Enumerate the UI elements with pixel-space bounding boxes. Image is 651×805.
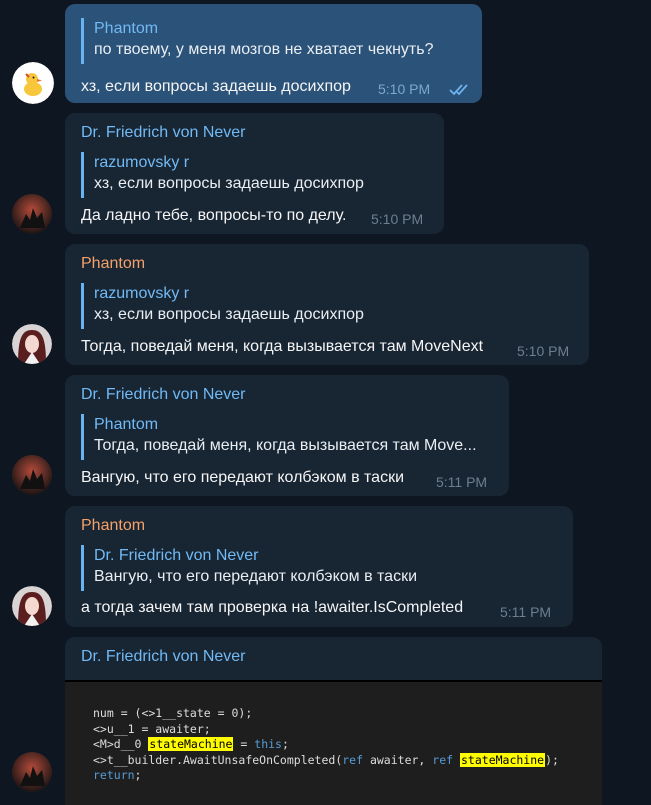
duck-icon bbox=[12, 62, 54, 104]
message-time: 5:11 PM bbox=[500, 604, 552, 620]
message-text: хз, если вопросы задаешь досихпор bbox=[81, 78, 351, 95]
code-text: = bbox=[233, 737, 255, 751]
code-line: <>t__builder.AwaitUnsafeOnCompleted(ref … bbox=[93, 752, 602, 769]
message-bubble-2[interactable]: Dr. Friedrich von Never razumovsky r хз,… bbox=[65, 113, 444, 234]
code-text: <>t__builder.AwaitUnsafeOnCompleted( bbox=[93, 752, 343, 767]
sender-name[interactable]: Phantom bbox=[81, 517, 145, 535]
code-text: ; bbox=[134, 768, 142, 782]
message-bubble-4[interactable]: Dr. Friedrich von Never Phantom Тогда, п… bbox=[65, 375, 509, 496]
message-bubble-6[interactable]: Dr. Friedrich von Never num = (<>1__stat… bbox=[65, 637, 602, 805]
code-text: ; bbox=[281, 737, 289, 751]
reply-sender-name: razumovsky r bbox=[94, 285, 190, 302]
avatar-anime[interactable] bbox=[12, 324, 52, 364]
reply-sender-name: Phantom bbox=[94, 20, 159, 37]
code-line: <>u__1 = awaiter; bbox=[93, 722, 602, 738]
code-text: <>u__1 = awaiter; bbox=[93, 721, 211, 736]
sender-name[interactable]: Phantom bbox=[81, 255, 145, 273]
avatar-anime[interactable] bbox=[12, 586, 52, 626]
message-time: 5:10 PM bbox=[378, 81, 431, 97]
reply-text: Вангую, что его передают колбэком в таск… bbox=[94, 568, 418, 585]
avatar-friedrich[interactable] bbox=[12, 455, 52, 495]
avatar-friedrich[interactable] bbox=[12, 752, 52, 792]
message-bubble-3[interactable]: Phantom razumovsky r хз, если вопросы за… bbox=[65, 244, 589, 365]
double-check-icon bbox=[449, 84, 468, 96]
reply-sender-name: razumovsky r bbox=[94, 154, 190, 171]
reply-sender-name: Phantom bbox=[94, 416, 159, 433]
reply-text: Тогда, поведай меня, когда вызывается та… bbox=[94, 437, 477, 454]
code-highlight: stateMachine bbox=[148, 737, 234, 751]
code-text: <M>d__0 bbox=[93, 737, 149, 751]
reply-quote[interactable]: razumovsky r хз, если вопросы задаешь до… bbox=[81, 283, 364, 329]
avatar-friedrich[interactable] bbox=[12, 194, 52, 234]
anime-avatar-icon bbox=[12, 586, 52, 626]
anime-avatar-icon bbox=[12, 324, 52, 364]
silhouette-avatar-icon bbox=[12, 455, 52, 495]
message-bubble-1[interactable]: Phantom по твоему, у меня мозгов не хват… bbox=[65, 4, 482, 103]
sender-name[interactable]: Dr. Friedrich von Never bbox=[81, 386, 246, 404]
reply-text: хз, если вопросы задаешь досихпор bbox=[94, 175, 364, 192]
code-keyword: this bbox=[254, 737, 282, 751]
avatar-duck[interactable] bbox=[12, 62, 54, 104]
code-keyword: ref bbox=[342, 752, 364, 767]
message-text: а тогда зачем там проверка на !awaiter.I… bbox=[81, 599, 464, 616]
silhouette-avatar-icon bbox=[12, 194, 52, 234]
reply-text: по твоему, у меня мозгов не хватает чекн… bbox=[94, 41, 434, 58]
code-text: num = (<>1__state = 0); bbox=[93, 706, 253, 720]
code-keyword: ref bbox=[432, 752, 454, 767]
message-text: Вангую, что его передают колбэком в таск… bbox=[81, 469, 405, 486]
reply-text: хз, если вопросы задаешь досихпор bbox=[94, 306, 364, 323]
reply-quote[interactable]: Phantom по твоему, у меня мозгов не хват… bbox=[81, 18, 433, 64]
message-time: 5:11 PM bbox=[436, 474, 488, 490]
code-line: <M>d__0 stateMachine = this; bbox=[93, 737, 602, 753]
reply-quote[interactable]: Dr. Friedrich von Never Вангую, что его … bbox=[81, 545, 417, 591]
code-keyword: return bbox=[93, 768, 135, 782]
code-text: ); bbox=[545, 752, 559, 767]
reply-sender-name: Dr. Friedrich von Never bbox=[94, 547, 259, 564]
code-line: num = (<>1__state = 0); bbox=[93, 706, 602, 722]
sender-name[interactable]: Dr. Friedrich von Never bbox=[81, 124, 246, 142]
sender-name[interactable]: Dr. Friedrich von Never bbox=[81, 648, 246, 666]
reply-quote[interactable]: razumovsky r хз, если вопросы задаешь до… bbox=[81, 152, 364, 198]
code-highlight: stateMachine bbox=[460, 752, 546, 767]
message-text: Тогда, поведай меня, когда вызывается та… bbox=[81, 338, 484, 355]
message-bubble-5[interactable]: Phantom Dr. Friedrich von Never Вангую, … bbox=[65, 506, 573, 627]
code-line: return; bbox=[93, 768, 602, 784]
code-screenshot[interactable]: num = (<>1__state = 0); <>u__1 = awaiter… bbox=[65, 680, 602, 805]
message-text: Да ладно тебе, вопросы-то по делу. bbox=[81, 207, 347, 224]
message-time: 5:10 PM bbox=[371, 211, 424, 227]
silhouette-avatar-icon bbox=[12, 752, 52, 792]
code-text: awaiter, bbox=[363, 752, 433, 767]
reply-quote[interactable]: Phantom Тогда, поведай меня, когда вызыв… bbox=[81, 414, 477, 460]
message-time: 5:10 PM bbox=[517, 343, 570, 359]
